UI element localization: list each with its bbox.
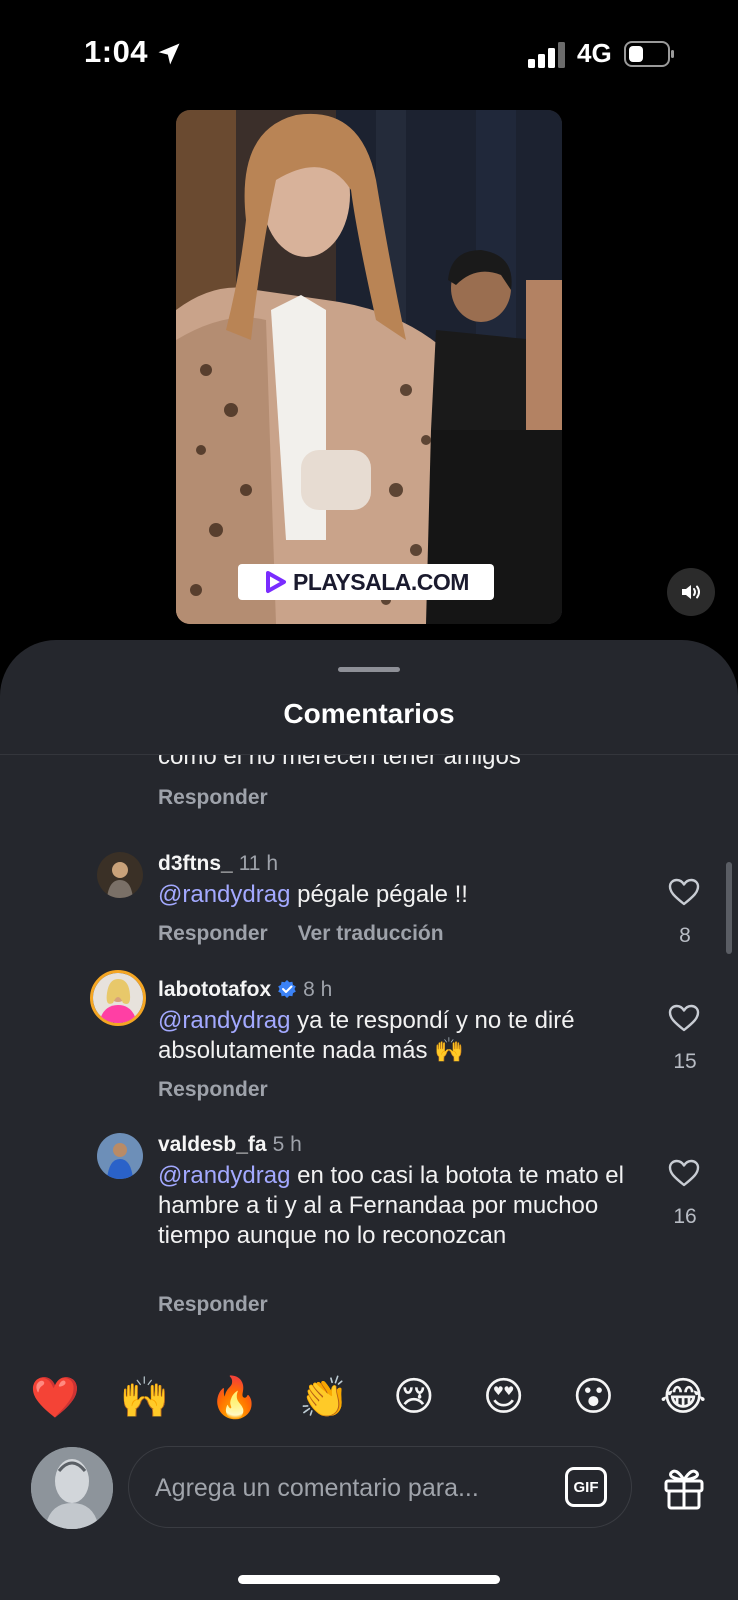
comment-username[interactable]: valdesb_fa 5 h: [158, 1133, 302, 1157]
network-type: 4G: [577, 38, 612, 68]
like-count: 15: [673, 1050, 697, 1073]
playsala-watermark: PLAYSALA.COM: [238, 564, 494, 600]
play-logo-icon: [266, 571, 287, 593]
comment-text: @randydrag ya te respondí y no te diré a…: [158, 1007, 575, 1064]
avatar[interactable]: [97, 1133, 143, 1179]
comment-text: @randydrag en too casi la botota te mato…: [158, 1162, 624, 1249]
watermark-text: PLAYSALA.COM: [293, 568, 469, 595]
like-heart-icon[interactable]: [668, 1003, 700, 1033]
emoji-reaction-bar: ❤️ 🙌 🔥 👏 😢 😍 😮 😂: [0, 1352, 738, 1442]
avatar[interactable]: [97, 852, 143, 898]
comment-time: 8 h: [303, 978, 333, 1001]
comment-input[interactable]: [153, 1469, 537, 1507]
comment-time: 11 h: [238, 852, 279, 875]
like-count: 8: [679, 924, 691, 947]
like-heart-icon[interactable]: [668, 877, 700, 907]
comments-list[interactable]: como el no merecen tener amigos Responde…: [0, 755, 738, 1315]
emoji-heart-eyes[interactable]: 😍: [474, 1374, 534, 1420]
reply-button[interactable]: Responder: [158, 1078, 268, 1102]
comment-text: @randydrag pégale pégale !!: [158, 881, 468, 908]
sheet-title: Comentarios: [283, 698, 455, 729]
sound-toggle-button[interactable]: [667, 568, 715, 616]
video-player[interactable]: PLAYSALA.COM: [176, 110, 562, 624]
verified-badge-icon: [278, 980, 296, 998]
emoji-heart[interactable]: ❤️: [25, 1374, 85, 1421]
emoji-raised-hands[interactable]: 🙌: [115, 1374, 175, 1421]
avatar-story-ring[interactable]: [90, 970, 146, 1026]
like-count: 16: [673, 1205, 697, 1228]
home-indicator[interactable]: [238, 1575, 500, 1584]
gift-icon[interactable]: [662, 1465, 706, 1511]
status-time: 1:04: [84, 34, 149, 69]
emoji-clap[interactable]: 👏: [294, 1374, 354, 1421]
video-frame: [176, 110, 562, 624]
sheet-drag-handle[interactable]: [338, 667, 400, 672]
reply-button[interactable]: Responder: [158, 922, 268, 946]
translate-button[interactable]: Ver traducción: [298, 922, 444, 946]
gif-button[interactable]: GIF: [565, 1467, 607, 1507]
like-heart-icon[interactable]: [668, 1158, 700, 1188]
emoji-fire[interactable]: 🔥: [204, 1374, 264, 1421]
comment-username[interactable]: labototafox 8 h: [158, 978, 332, 1002]
current-user-avatar[interactable]: [31, 1447, 113, 1529]
speaker-icon: [682, 585, 700, 599]
comment-username[interactable]: d3ftns_ 11 h: [158, 852, 278, 876]
comments-scrollbar[interactable]: [726, 862, 732, 954]
emoji-surprised[interactable]: 😮: [563, 1374, 623, 1420]
reply-button[interactable]: Responder: [158, 1293, 268, 1315]
status-bar: 1:04 4G: [0, 0, 738, 110]
emoji-crying[interactable]: 😢: [384, 1374, 444, 1420]
mention-link[interactable]: @randydrag: [158, 1007, 290, 1034]
location-arrow-icon: [158, 43, 180, 65]
cellular-signal-icon: [528, 42, 565, 68]
reply-button[interactable]: Responder: [158, 786, 268, 810]
comment-time: 5 h: [272, 1133, 302, 1156]
comment-input-box[interactable]: GIF: [128, 1446, 632, 1528]
mention-link[interactable]: @randydrag: [158, 1162, 290, 1189]
emoji-laughing[interactable]: 😂: [653, 1374, 713, 1420]
mention-link[interactable]: @randydrag: [158, 881, 290, 908]
battery-icon: [624, 41, 674, 67]
comment-text: como el no merecen tener amigos: [158, 755, 521, 770]
